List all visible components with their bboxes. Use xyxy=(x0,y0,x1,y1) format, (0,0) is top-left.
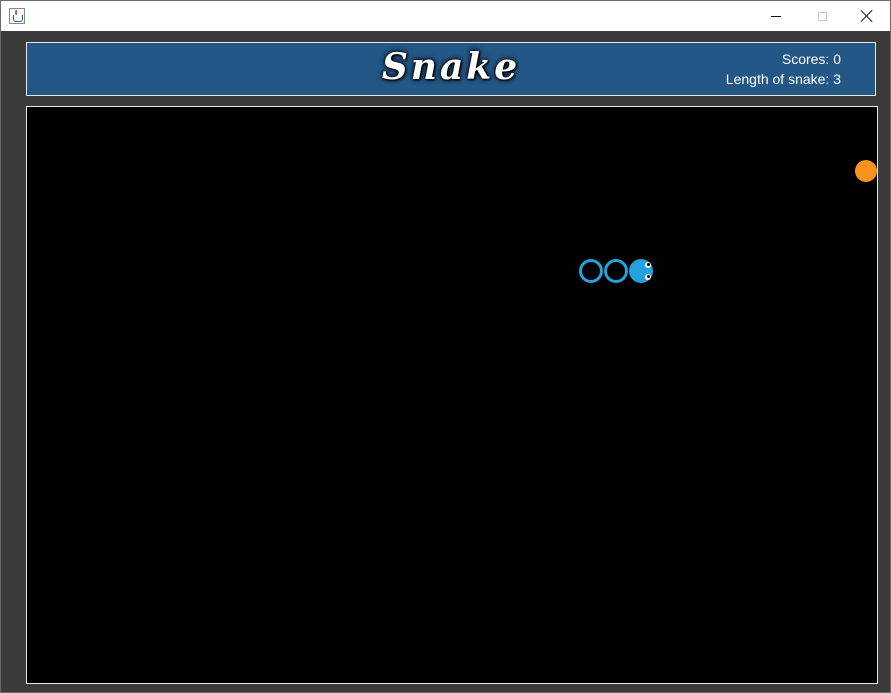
minimize-button[interactable] xyxy=(753,1,799,31)
game-board[interactable] xyxy=(26,106,878,684)
snake-eye xyxy=(644,261,651,268)
minimize-icon xyxy=(771,15,781,17)
java-cup-icon[interactable] xyxy=(9,8,25,24)
snake-length-label: Length of snake: 3 xyxy=(725,71,841,87)
snake-body-segment xyxy=(603,258,628,283)
snake-body-segment xyxy=(578,258,603,283)
stats-panel: Scores: 0 Length of snake: 3 xyxy=(726,49,841,89)
snake-eye xyxy=(644,273,651,280)
maximize-button xyxy=(799,1,845,31)
maximize-icon xyxy=(817,11,827,21)
window-content: Snake Scores: 0 Length of snake: 3 xyxy=(1,31,890,692)
food-pellet xyxy=(854,159,877,182)
app-window: Snake Scores: 0 Length of snake: 3 xyxy=(0,0,891,693)
score-label: Scores: 0 xyxy=(781,51,841,67)
title-bar[interactable] xyxy=(1,1,890,31)
snake-head xyxy=(628,258,653,283)
header-panel: Snake Scores: 0 Length of snake: 3 xyxy=(26,42,876,96)
close-button[interactable] xyxy=(844,1,890,31)
close-icon xyxy=(861,10,873,22)
